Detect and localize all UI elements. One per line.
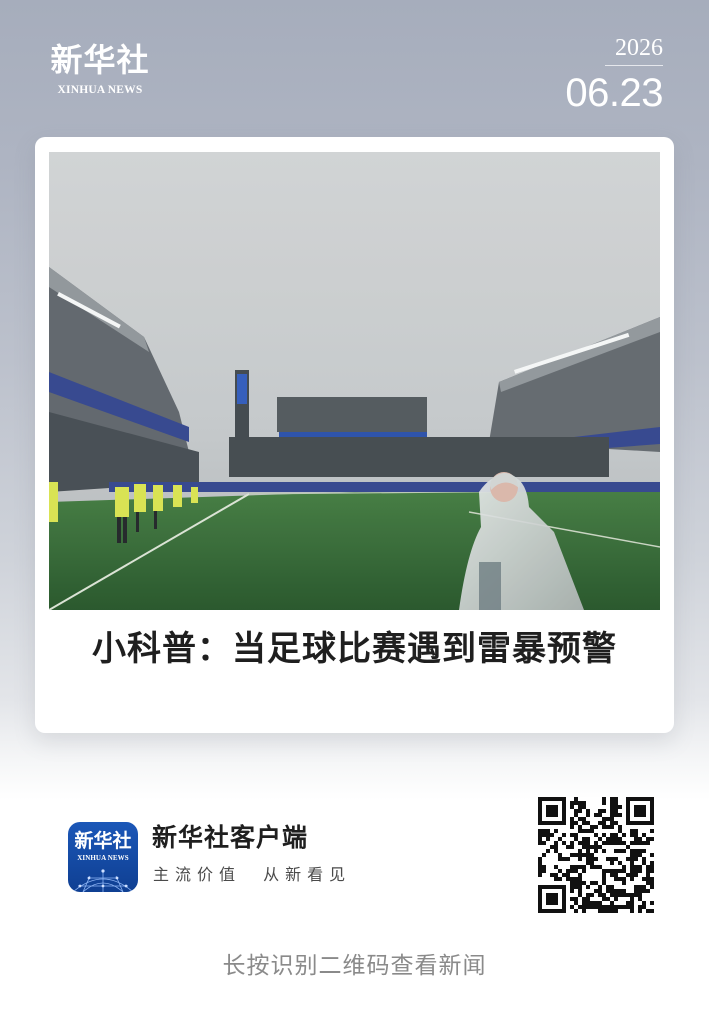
app-logo-en: XINHUA NEWS <box>77 854 129 862</box>
headline[interactable]: 小科普：当足球比赛遇到雷暴预警 <box>49 627 660 671</box>
xinhua-app-icon: 新华社 XINHUA NEWS <box>68 822 138 892</box>
qr-code-graphic <box>538 797 654 913</box>
scan-qr-hint: 长按识别二维码查看新闻 <box>222 953 487 979</box>
app-slogan: 主流价值 从新看见 <box>153 865 352 884</box>
stadium-rain-photo[interactable] <box>49 152 660 610</box>
app-name: 新华社客户端 <box>152 823 309 852</box>
news-card[interactable]: 小科普：当足球比赛遇到雷暴预警 <box>35 137 674 733</box>
stadium-photo-graphic <box>49 152 660 610</box>
date-year: 2026 <box>605 34 663 66</box>
brand-name-cn: 新华社 <box>50 41 150 79</box>
date-month-day: 06.23 <box>565 71 663 115</box>
brand-name-en: XINHUA NEWS <box>57 84 143 96</box>
date-stamp: 2026 06.23 <box>553 34 663 116</box>
app-logo-cn: 新华社 <box>74 830 132 852</box>
xinhua-logo: 新华社 XINHUA NEWS <box>46 42 154 96</box>
globe-network-icon <box>72 869 134 892</box>
qr-code-icon[interactable] <box>538 797 654 913</box>
